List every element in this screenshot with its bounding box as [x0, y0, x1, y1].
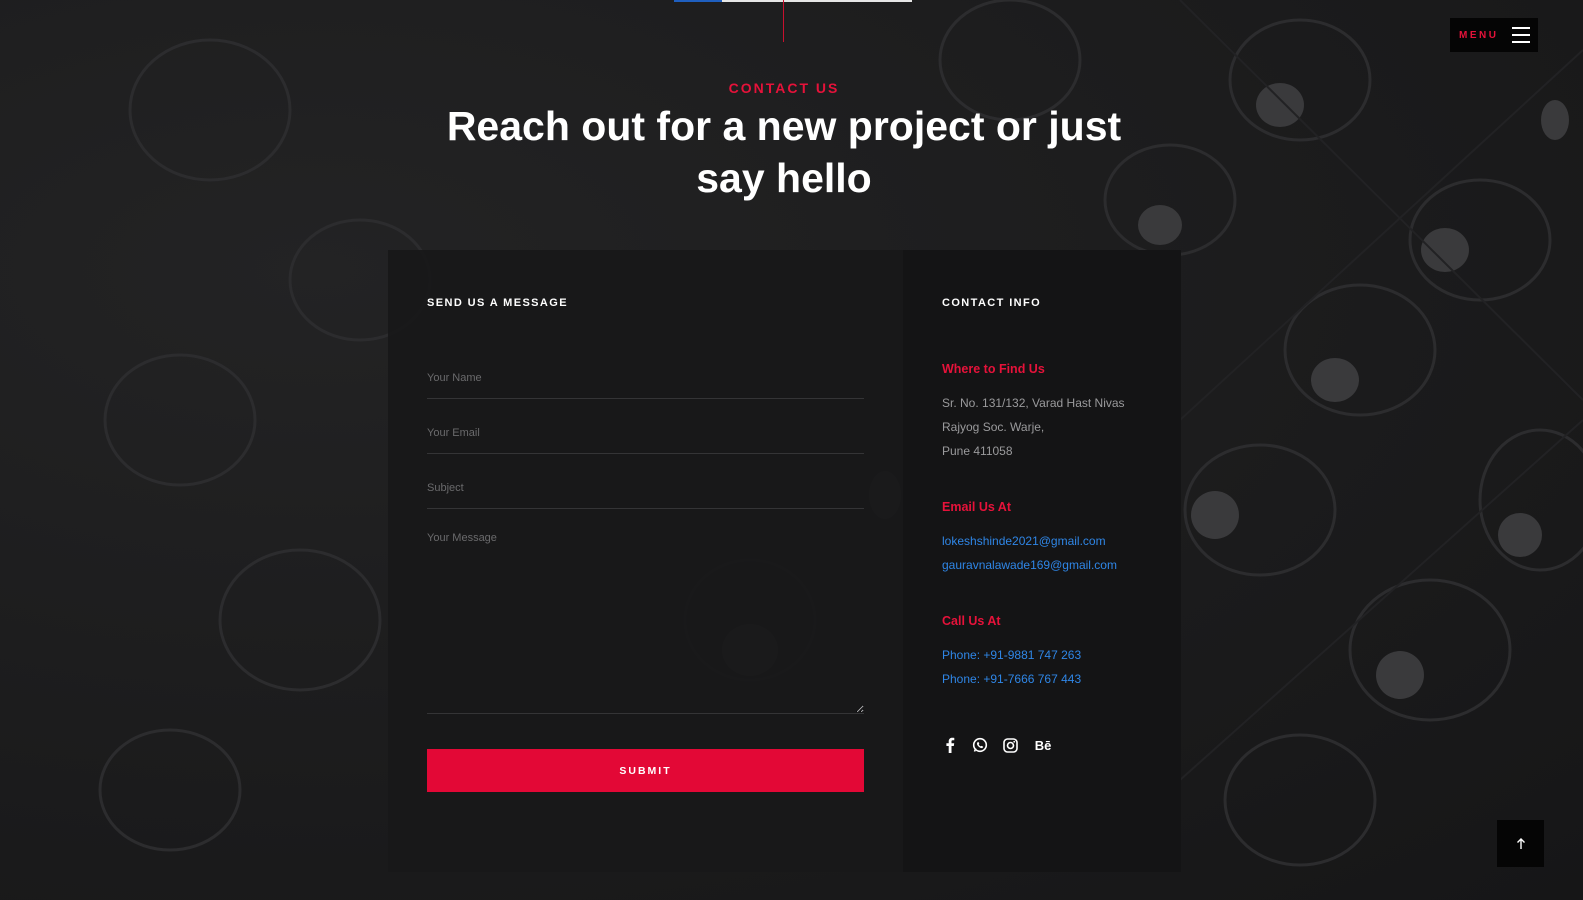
- email-link-1[interactable]: lokeshshinde2021@gmail.com: [942, 529, 1106, 553]
- contact-page: MENU CONTACT US Reach out for a new proj…: [0, 0, 1583, 900]
- facebook-icon[interactable]: [942, 737, 958, 753]
- instagram-icon[interactable]: [1002, 737, 1018, 753]
- form-title: SEND US A MESSAGE: [427, 297, 568, 309]
- social-links: Bē: [942, 737, 1054, 753]
- contact-info-panel: CONTACT INFO Where to Find Us Sr. No. 13…: [903, 250, 1181, 872]
- email-input[interactable]: [427, 413, 864, 454]
- name-input[interactable]: [427, 358, 864, 399]
- info-title: CONTACT INFO: [942, 297, 1042, 309]
- menu-label: MENU: [1459, 29, 1499, 41]
- message-form-panel: SEND US A MESSAGE SUBMIT: [388, 250, 903, 872]
- phone-link-1[interactable]: Phone: +91-9881 747 263: [942, 643, 1081, 667]
- behance-icon-glyph: Bē: [1034, 737, 1052, 753]
- subject-input[interactable]: [427, 468, 864, 509]
- address-line-3: Pune 411058: [942, 444, 1013, 458]
- scroll-progress-fill: [674, 0, 722, 2]
- phone-link-2[interactable]: Phone: +91-7666 767 443: [942, 667, 1081, 691]
- page-headline: Reach out for a new project or just say …: [446, 103, 1122, 201]
- hamburger-icon: [1512, 27, 1530, 43]
- email-link-2[interactable]: gauravnalawade169@gmail.com: [942, 553, 1117, 577]
- top-accent-line: [783, 0, 784, 42]
- section-eyebrow: CONTACT US: [728, 80, 840, 96]
- scroll-progress-bar: [674, 0, 912, 2]
- message-textarea[interactable]: [427, 530, 864, 714]
- find-us-heading: Where to Find Us: [942, 362, 1045, 376]
- whatsapp-icon[interactable]: [972, 737, 988, 753]
- menu-button[interactable]: MENU: [1450, 18, 1538, 52]
- email-heading: Email Us At: [942, 500, 1012, 514]
- arrow-up-icon: [1516, 837, 1525, 849]
- submit-button[interactable]: SUBMIT: [427, 749, 864, 792]
- back-to-top-button[interactable]: [1497, 820, 1544, 867]
- address-line-2: Rajyog Soc. Warje,: [942, 420, 1045, 434]
- call-heading: Call Us At: [942, 614, 1001, 628]
- address-line-1: Sr. No. 131/132, Varad Hast Nivas: [942, 396, 1125, 410]
- behance-icon[interactable]: Bē: [1032, 737, 1054, 753]
